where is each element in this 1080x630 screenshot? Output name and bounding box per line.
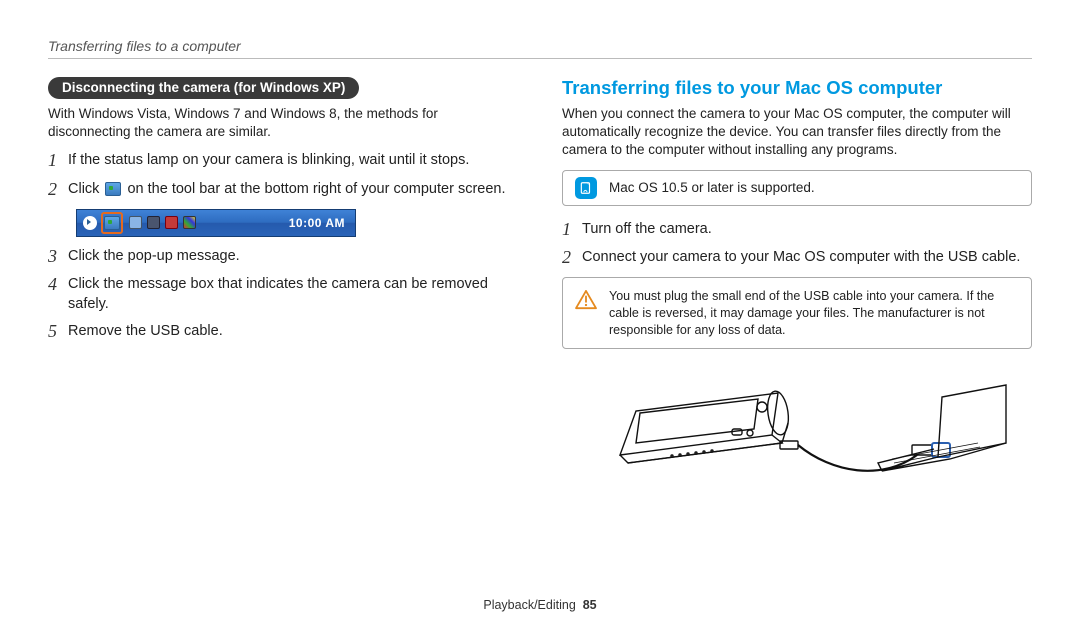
step-text-part: Click	[68, 181, 99, 197]
list-item: 4 Click the message box that indicates t…	[48, 275, 518, 314]
taskbar-clock: 10:00 AM	[289, 216, 345, 230]
warning-text: You must plug the small end of the USB c…	[609, 288, 1019, 339]
camera-to-laptop-illustration	[562, 363, 1032, 493]
step-number: 1	[562, 219, 582, 241]
safely-remove-hardware-icon	[104, 216, 120, 230]
step-text: Connect your camera to your Mac OS compu…	[582, 248, 1020, 268]
info-note-box: Mac OS 10.5 or later is supported.	[562, 170, 1032, 206]
right-intro-text: When you connect the camera to your Mac …	[562, 105, 1032, 160]
tray-network-icon	[129, 216, 142, 229]
left-column: Disconnecting the camera (for Windows XP…	[48, 77, 518, 610]
running-head: Transferring files to a computer	[48, 38, 1032, 54]
tray-shield-icon	[183, 216, 196, 229]
tray-icons-group	[129, 216, 196, 229]
page-header: Transferring files to a computer	[48, 38, 1032, 77]
step-text: Click the message box that indicates the…	[68, 275, 518, 314]
footer-section: Playback/Editing	[483, 598, 575, 612]
step-text: Remove the USB cable.	[68, 322, 223, 342]
footer-page-number: 85	[583, 598, 597, 612]
section-title: Transferring files to your Mac OS comput…	[562, 77, 1032, 99]
step-text: Click on the tool bar at the bottom righ…	[68, 180, 506, 200]
step-number: 5	[48, 321, 68, 343]
right-column: Transferring files to your Mac OS comput…	[562, 77, 1032, 610]
right-steps-list: 1 Turn off the camera. 2 Connect your ca…	[562, 220, 1032, 269]
tray-display-icon	[147, 216, 160, 229]
info-note-icon	[575, 177, 597, 199]
tray-expand-arrow-icon	[83, 216, 97, 230]
list-item: 5 Remove the USB cable.	[48, 322, 518, 343]
step-number: 1	[48, 150, 68, 172]
manual-page: Transferring files to a computer Disconn…	[0, 0, 1080, 630]
info-note-text: Mac OS 10.5 or later is supported.	[609, 180, 815, 195]
list-item: 3 Click the pop-up message.	[48, 247, 518, 268]
warning-triangle-icon	[575, 290, 597, 310]
left-intro-text: With Windows Vista, Windows 7 and Window…	[48, 105, 518, 141]
step-text: Click the pop-up message.	[68, 247, 240, 267]
step-number: 4	[48, 274, 68, 296]
warning-box: You must plug the small end of the USB c…	[562, 277, 1032, 350]
list-item: 2 Connect your camera to your Mac OS com…	[562, 248, 1032, 269]
left-steps-list-continued: 3 Click the pop-up message. 4 Click the …	[48, 247, 518, 343]
list-item: 1 Turn off the camera.	[562, 220, 1032, 241]
highlighted-tray-item	[101, 212, 123, 234]
step-text: Turn off the camera.	[582, 220, 712, 240]
step-text: If the status lamp on your camera is bli…	[68, 151, 469, 171]
list-item: 2 Click on the tool bar at the bottom ri…	[48, 180, 518, 201]
page-footer: Playback/Editing 85	[0, 598, 1080, 612]
left-steps-list: 1 If the status lamp on your camera is b…	[48, 151, 518, 200]
subsection-pill: Disconnecting the camera (for Windows XP…	[48, 77, 359, 99]
step-number: 3	[48, 246, 68, 268]
tray-volume-icon	[165, 216, 178, 229]
step-number: 2	[562, 247, 582, 269]
header-rule	[48, 58, 1032, 59]
step-number: 2	[48, 179, 68, 201]
content-columns: Disconnecting the camera (for Windows XP…	[48, 77, 1032, 610]
step-text-part: on the tool bar at the bottom right of y…	[127, 181, 505, 197]
list-item: 1 If the status lamp on your camera is b…	[48, 151, 518, 172]
safely-remove-hardware-icon	[105, 182, 121, 196]
windows-xp-taskbar: 10:00 AM	[76, 209, 356, 237]
